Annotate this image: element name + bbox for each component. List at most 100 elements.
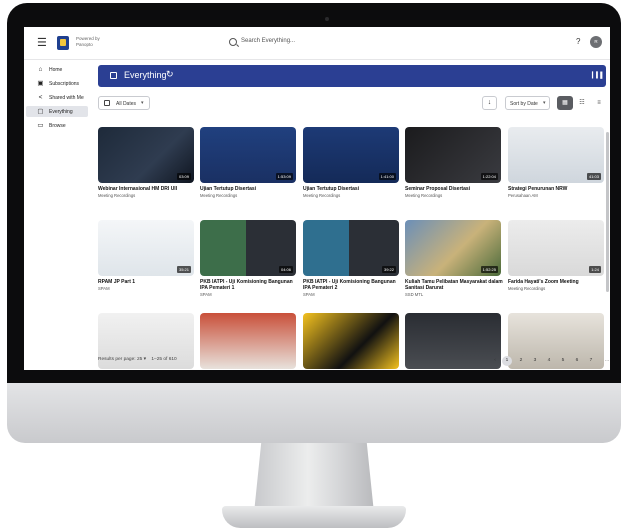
session-folder[interactable]: Meeting Recordings [405,193,501,198]
sort-dropdown[interactable]: Sort by Date ▾ [505,96,550,110]
calendar-icon [104,100,110,106]
duration-badge: 1:41:00 [378,173,396,180]
duration-badge: 1:22:04 [480,173,498,180]
pagination: Results per page: 25 ▾ 1–25 of 610 ‹ 1 2 3 4… [98,355,609,367]
page-link[interactable]: 2 [516,356,526,366]
session-thumbnail[interactable]: 04:06 [200,220,296,276]
share-icon: < [38,94,43,101]
everything-icon: ▢ [37,108,44,115]
session-title[interactable]: Webinar Internasional HM DRI UII [98,186,198,192]
session-title[interactable]: RPAM JP Part 1 [98,279,198,285]
search-box[interactable]: Search Everything... [229,37,359,50]
monitor-base [222,506,406,528]
session-title[interactable]: Strategi Penurunan NRW [508,186,608,192]
logo-icon[interactable] [57,36,69,50]
duration-badge: 39:22 [381,266,396,273]
session-title[interactable]: Kuliah Tamu Pelibatan Masyarakat dalam S… [405,279,505,291]
sidebar-item-label: Shared with Me [49,94,84,101]
page-ellipsis: ... [605,358,609,363]
search-input[interactable]: Search Everything... [241,38,295,44]
session-thumbnail[interactable]: 03:09 [98,127,194,183]
session-title[interactable]: Ujian Tertutup Disertasi [303,186,403,192]
page-header-banner: Everything ↻ ▎▍▌ [98,65,606,87]
sidebar-item-shared-with-me[interactable]: < Shared with Me [26,92,88,103]
monitor-stand [254,443,374,513]
sidebar-item-label: Home [49,66,63,73]
session-title[interactable]: Ujian Tertutup Disertasi [200,186,300,192]
duration-badge: 04:06 [278,266,293,273]
sidebar: ⌂ Home ▣ Subscriptions < Shared with Me ▢ Every… [24,61,90,370]
sidebar-item-everything[interactable]: ▢ Everything [26,106,88,117]
sidebar-item-subscriptions[interactable]: ▣ Subscriptions [26,78,88,89]
app-screen: ☰ Powered by Panopto Search Everything..… [24,27,610,370]
everything-icon [110,72,117,79]
folder-icon: ▭ [37,122,44,129]
help-icon[interactable]: ? [576,37,580,46]
chevron-down-icon: ▾ [141,100,144,106]
page-link[interactable]: 6 [572,356,582,366]
session-folder[interactable]: SPAM [200,292,296,297]
page-link[interactable]: 4 [544,356,554,366]
date-filter-label: All Dates [116,100,137,107]
session-folder[interactable]: SSD MTL [405,292,501,297]
sort-label: Sort by Date [510,100,538,107]
refresh-icon[interactable]: ↻ [166,69,174,80]
session-title[interactable]: PKB IATPI - Uji Komisioning Bangunan IPA… [200,279,300,291]
duration-badge: 35:21 [176,266,191,273]
results-range: 1–25 of 610 [151,357,177,362]
session-folder[interactable]: SPAM [303,292,399,297]
sidebar-item-browse[interactable]: ▭ Browse [26,120,88,131]
session-thumbnail[interactable]: 1:52:25 [405,220,501,276]
session-thumbnail[interactable]: 41:03 [508,127,604,183]
grid-view-button[interactable]: ▦ [557,96,573,110]
rows-per-page-value: 25 [136,357,143,362]
duration-badge: 41:03 [586,173,601,180]
page-link[interactable]: 7 [586,356,596,366]
session-folder[interactable]: Meeting Recordings [303,193,399,198]
session-folder[interactable]: Meeting Recordings [98,193,194,198]
sort-direction-button[interactable]: ↓ [482,96,497,110]
sidebar-item-label: Everything [49,108,73,115]
rows-per-page-label: Results per page: [98,357,136,362]
camera-dot [325,17,329,21]
duration-badge: 1:52:25 [480,266,498,273]
subscriptions-icon: ▣ [37,80,44,87]
scrollbar[interactable] [606,132,609,292]
sidebar-item-label: Subscriptions [49,80,80,87]
rows-per-page[interactable]: Results per page: 25 ▾ 1–25 of 610 [98,357,177,362]
session-thumbnail[interactable]: 1:41:00 [303,127,399,183]
date-filter-dropdown[interactable]: All Dates ▾ [98,96,150,110]
page-link[interactable]: 5 [558,356,568,366]
top-bar: ☰ Powered by Panopto Search Everything..… [24,27,610,60]
page-link[interactable]: 1 [502,356,512,366]
home-icon: ⌂ [38,66,43,73]
list-view-button[interactable]: ≡ [591,96,607,110]
session-thumbnail[interactable]: 35:21 [98,220,194,276]
session-title[interactable]: PKB IATPI - Uji Komisioning Bangunan IPA… [303,279,403,291]
detail-view-button[interactable]: ☷ [574,96,590,110]
avatar[interactable]: R [590,36,602,48]
page-link[interactable]: 3 [530,356,540,366]
session-folder[interactable]: Meeting Recordings [200,193,296,198]
session-title[interactable]: Farida Hayati's Zoom Meeting [508,279,608,285]
powered-by-label: Powered by Panopto [76,36,100,47]
duration-badge: 1:24 [589,266,601,273]
session-thumbnail[interactable]: 1:53:09 [200,127,296,183]
session-folder[interactable]: Perusahaan AM [508,193,604,198]
session-thumbnail[interactable]: 39:22 [303,220,399,276]
chevron-down-icon: ▾ [543,100,546,106]
session-thumbnail[interactable]: 1:24 [508,220,604,276]
page-title: Everything [124,70,167,80]
session-folder[interactable]: Meeting Recordings [508,286,604,291]
sidebar-item-home[interactable]: ⌂ Home [26,64,88,75]
search-icon [229,38,237,46]
session-thumbnail[interactable]: 1:22:04 [405,127,501,183]
session-folder[interactable]: SPAM [98,286,194,291]
menu-icon[interactable]: ☰ [37,38,47,49]
monitor-chin [7,383,621,443]
duration-badge: 1:53:09 [275,173,293,180]
session-title[interactable]: Seminar Proposal Disertasi [405,186,505,192]
stats-icon[interactable]: ▎▍▌ [592,72,604,79]
monitor-stage: ☰ Powered by Panopto Search Everything..… [0,0,625,530]
prev-page-icon[interactable]: ‹ [490,356,500,366]
